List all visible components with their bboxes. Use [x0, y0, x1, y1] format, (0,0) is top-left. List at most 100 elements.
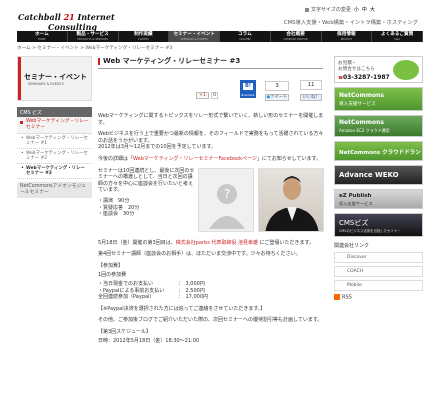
- next-speaker-note: 第4回セミナー講師（座談会のお相手）は、ほただいま交渉中です。少々お待ちください…: [98, 251, 301, 258]
- link-discover[interactable]: Discover: [334, 252, 423, 263]
- netcommons-ec2-banner[interactable]: NetCommons Amazon EC2 クラウド運用: [334, 115, 423, 137]
- link-coach[interactable]: COACH: [334, 266, 423, 277]
- banner-title: Advance WEKO: [339, 171, 399, 179]
- banner-title: セミナー・イベント: [24, 73, 87, 81]
- nav-clients[interactable]: 制作実績 CLIENTS: [118, 31, 170, 42]
- phone: ☎03-3287-1987: [338, 74, 390, 81]
- logo-text-1: Catchball: [18, 12, 61, 22]
- speaker-text-2: にご登壇いただきます。: [258, 239, 314, 246]
- rss-link[interactable]: RSS: [334, 294, 423, 301]
- facebook-page-link[interactable]: Webマーケティング・リレーセミナーFacebookページ: [133, 156, 257, 162]
- intro-paragraph-2: Webビジネスを行う上で重要かつ最新の情報を、そのフィールドで実務をもって活躍さ…: [98, 131, 324, 144]
- banner-accent: [18, 57, 21, 100]
- right-sidebar: お見積・ お問合せはこちら ☎03-3287-1987 NetCommons 導…: [334, 56, 423, 301]
- banner-subtitle: CMSのビジネス活用を目指したセミナー: [339, 229, 401, 233]
- banner-subtitle: Amazon EC2 クラウド運用: [339, 128, 390, 133]
- nav-company[interactable]: 会社概要 COMPANY PROFILE: [270, 31, 322, 42]
- contact-banner[interactable]: お見積・ お問合せはこちら ☎03-3287-1987: [334, 56, 423, 83]
- nav-label: ホーム: [35, 32, 49, 37]
- format-item: ・座談会 30分: [98, 211, 135, 218]
- font-medium-button[interactable]: 中: [362, 6, 367, 13]
- nav-label: コラム: [238, 32, 252, 37]
- seminar-info-block: セミナーは10回連続とし、最後に次回のセミナーへの橋渡しとして、当日と次回の講師…: [98, 167, 326, 236]
- nav-label: セミナー・イベント: [173, 32, 215, 37]
- bookmark-count: 3: [265, 81, 289, 91]
- netcommons-support-banner[interactable]: NetCommons 導入支援サービス: [334, 87, 423, 111]
- side-menu-sub-2[interactable]: Webマーケティング・リレーセミナー #2: [17, 149, 92, 164]
- banner-title: NetCommons クラウドドラン: [339, 150, 421, 156]
- bookmark-icon[interactable]: B! Bookmark: [240, 80, 256, 98]
- nav-sublabel: HOME: [37, 38, 46, 41]
- logo-text-2: 21: [60, 12, 78, 22]
- rss-icon: [334, 294, 340, 300]
- side-menu-sub-1[interactable]: Webマーケティング・リレーセミナー #1: [17, 134, 92, 149]
- side-menu: CMS ビズ Webマーケティング・リレーセミナー Webマーケティング・リレー…: [17, 107, 92, 198]
- fee-value: ： 3,000円: [178, 280, 205, 287]
- speaker-photo: [258, 167, 324, 232]
- format-text: セミナーは10回連続とし、最後に次回のセミナーへの橋渡しとして、当日と次回の講師…: [98, 167, 195, 194]
- font-size-label: 文字サイズの変更: [311, 7, 351, 13]
- nav-sublabel: COMPANY PROFILE: [283, 38, 308, 41]
- netcommons-cloud-banner[interactable]: NetCommons クラウドドラン: [334, 141, 423, 161]
- nav-column[interactable]: コラム COLUMN: [220, 31, 271, 42]
- nav-home[interactable]: ホーム HOME: [17, 31, 68, 42]
- global-nav: ホーム HOME 製品・サービス PRODUCTS & SERVICES 制作実績 C…: [17, 31, 423, 42]
- nav-sublabel: CLIENTS: [137, 38, 149, 41]
- fee-value: ： 2,500円: [178, 287, 205, 294]
- page-title: Web マーケティング・リレーセミナー #3: [98, 56, 323, 69]
- nav-sublabel: RECRUIT: [340, 38, 353, 41]
- banner-subtitle: 導入支援サービス: [339, 201, 373, 206]
- discount-note: その他、ご参加後ブログでご紹介いただいた際の、次回セミナーへの優待割引等も計画し…: [98, 317, 323, 324]
- nav-sublabel: COLUMN: [239, 38, 251, 41]
- side-menu-header[interactable]: CMS ビズ: [17, 107, 92, 117]
- side-menu-selected[interactable]: Webマーケティング・リレーセミナー: [17, 117, 92, 134]
- fee-label: ・当日現金でのお支払い: [98, 280, 154, 287]
- fb-like-button[interactable]: いいね！: [300, 94, 322, 101]
- fee-subheading: 1回の参加費: [98, 272, 127, 279]
- nav-recruit[interactable]: 採用情報 RECRUIT: [321, 31, 373, 42]
- link-mobile[interactable]: Mobile: [334, 280, 423, 291]
- fee-row: ・当日現金でのお支払い ： 3,000円: [98, 281, 326, 288]
- breadcrumb[interactable]: ホーム > セミナー・イベント > Webマーケティング・リレーセミナー #3: [17, 45, 172, 51]
- phone-number: 03-3287-1987: [342, 74, 390, 81]
- mascot-icon: [393, 60, 419, 80]
- fee-row: 全回連続参加（Paypal） ： 17,000円: [98, 294, 326, 301]
- paypal-note: 【※Paypal決済を選択された方には追ってご連絡をさせていただきます。】: [98, 305, 266, 312]
- bookmark-label: Bookmark: [241, 94, 255, 97]
- placeholder-avatar: ?: [198, 167, 254, 232]
- nav-products[interactable]: 製品・サービス PRODUCTS & SERVICES: [67, 31, 119, 42]
- fee-label: 全回連続参加（Paypal）: [98, 294, 155, 301]
- rss-label: RSS: [342, 294, 352, 301]
- gplus-button[interactable]: +1: [196, 92, 209, 99]
- cms-biz-banner[interactable]: CMSビズ CMSのビジネス活用を目指したセミナー: [334, 213, 423, 237]
- speaker-link[interactable]: 株式会社parbs 代表取締役 池見幸雄: [176, 240, 258, 246]
- banner-title: NetCommons: [339, 119, 384, 126]
- nav-faq[interactable]: よくあるご質問 Q&A: [372, 31, 423, 42]
- fee-value: ： 17,000円: [178, 294, 208, 301]
- nav-seminars[interactable]: セミナー・イベント SEMINARS & EVENTS: [169, 31, 220, 42]
- intro-paragraph: Webマーケティングに関するトピックスをリレー形式で繋いでいく、新しい形のセミナ…: [98, 113, 324, 126]
- ez-publish-banner[interactable]: eZ Publish 導入支援サービス: [334, 189, 423, 209]
- nav-label: 製品・サービス: [76, 32, 109, 37]
- title-marker: [98, 57, 100, 65]
- nav-sublabel: PRODUCTS & SERVICES: [77, 38, 108, 41]
- nav-sublabel: Q&A: [394, 38, 401, 41]
- speaker-text: 5月18日（金）開催の第3回目は、: [98, 239, 176, 246]
- fb-like-label: いいね！: [302, 95, 320, 100]
- side-menu-sub-3[interactable]: Webマーケティング・リレーセミナー #3: [17, 164, 92, 179]
- font-large-button[interactable]: 大: [370, 6, 375, 13]
- tweet-button[interactable]: ●ツイート: [265, 94, 289, 101]
- side-menu-netcommons[interactable]: NetCommonsアドオンモジュールセミナー: [17, 182, 92, 198]
- page-title-text: Web マーケティング・リレーセミナー #3: [103, 57, 241, 65]
- banner-title: CMSビズ: [339, 219, 369, 227]
- schedule-heading: 【第3回スケジュール】: [98, 328, 151, 335]
- tweet-label: ツイート: [270, 95, 288, 100]
- font-size-switcher: 文字サイズの変更小中大: [305, 6, 375, 13]
- site-tagline: CMS導入支援・Web構築・イントラ構築・ホスティング: [283, 20, 418, 26]
- font-small-button[interactable]: 小: [354, 6, 359, 13]
- logo-text-3: Internet: [77, 12, 115, 22]
- article-body: Webマーケティングに関するトピックスをリレー形式で繋いでいく、新しい形のセミナ…: [98, 113, 326, 349]
- advance-weko-banner[interactable]: Advance WEKO: [334, 165, 423, 185]
- contact-subtitle: お問合せはこちら: [338, 67, 375, 72]
- banner-title: eZ Publish: [339, 193, 372, 199]
